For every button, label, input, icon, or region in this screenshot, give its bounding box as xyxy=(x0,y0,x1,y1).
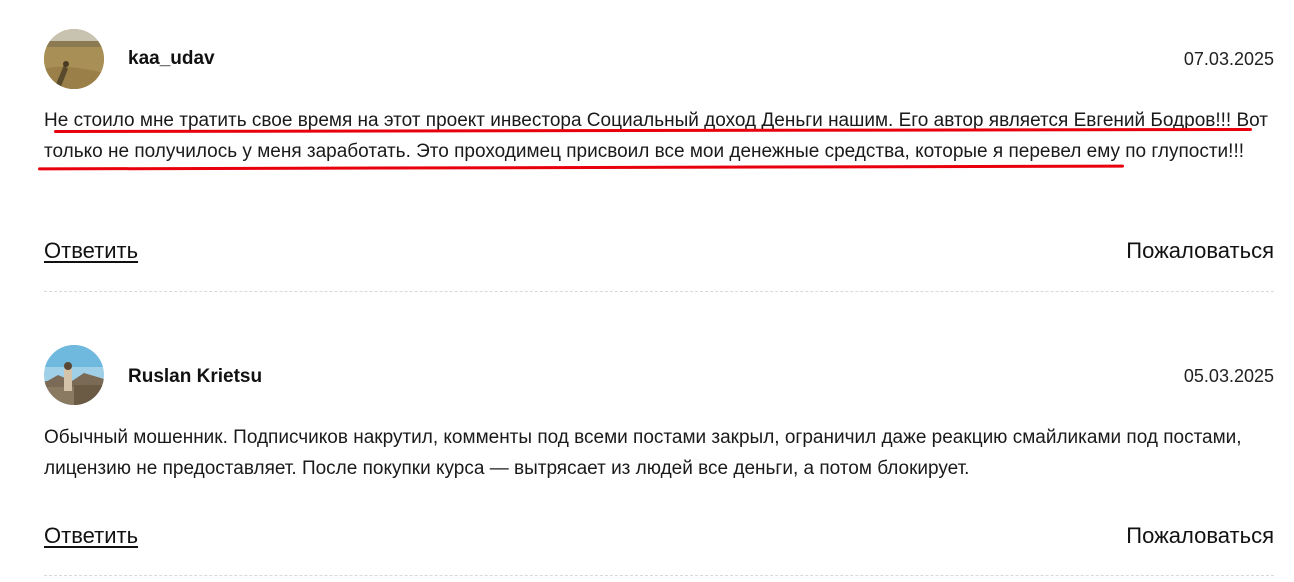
avatar-photo-icon xyxy=(44,29,104,89)
divider xyxy=(44,575,1274,576)
comment-date: 07.03.2025 xyxy=(1183,49,1274,69)
report-button[interactable]: Пожаловаться xyxy=(1126,238,1274,264)
comment-item: kaa_udav 07.03.2025 Не стоило мне тратит… xyxy=(37,0,1274,292)
comment-item: Ruslan Krietsu 05.03.2025 Обычный мошенн… xyxy=(44,316,1274,582)
comment-text: Обычный мошенник. Подписчиков накрутил, … xyxy=(44,427,1242,479)
report-button[interactable]: Пожаловаться xyxy=(1126,523,1274,549)
comment-author[interactable]: Ruslan Krietsu xyxy=(128,366,262,388)
avatar xyxy=(44,29,104,89)
comment-text: Не стоило мне тратить свое время на этот… xyxy=(44,110,1269,162)
comment-date: 05.03.2025 xyxy=(1183,366,1274,386)
reply-button[interactable]: Ответить xyxy=(44,238,138,264)
avatar-photo-icon xyxy=(44,345,104,405)
comment-author[interactable]: kaa_udav xyxy=(128,48,215,70)
avatar xyxy=(44,345,104,405)
divider xyxy=(44,291,1274,292)
reply-button[interactable]: Ответить xyxy=(44,523,138,549)
